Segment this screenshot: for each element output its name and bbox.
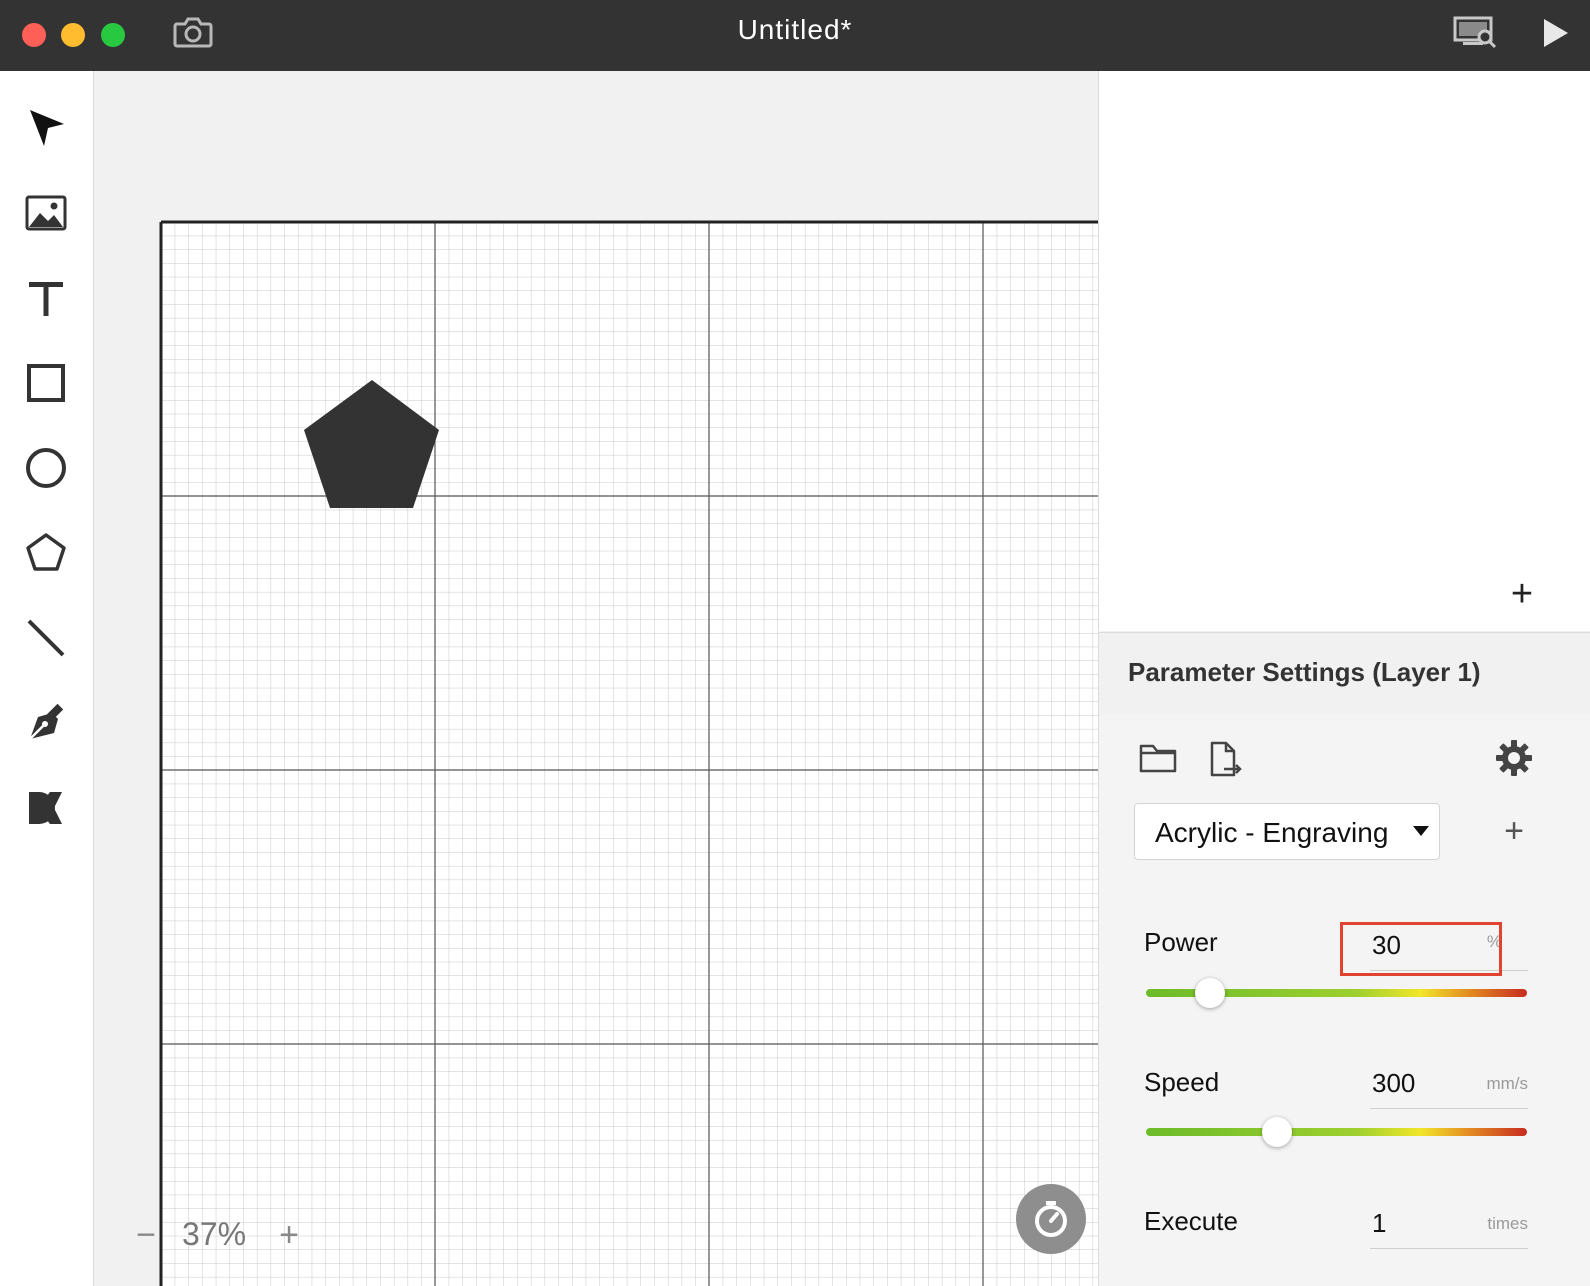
- speed-input-field[interactable]: 300 mm/s: [1370, 1060, 1528, 1109]
- pentagon-icon: [26, 533, 66, 571]
- grid-workarea[interactable]: [94, 71, 1098, 1286]
- play-icon[interactable]: [1540, 16, 1572, 50]
- zoom-out-button[interactable]: −: [136, 1215, 156, 1255]
- polygon-tool-button[interactable]: [21, 528, 71, 578]
- pen-tool-button[interactable]: [21, 698, 71, 748]
- image-tool-button[interactable]: [21, 188, 71, 238]
- dx-tool-button[interactable]: [21, 783, 71, 833]
- execute-value[interactable]: 1: [1372, 1208, 1386, 1239]
- stopwatch-icon: [1035, 1201, 1067, 1237]
- power-slider-thumb[interactable]: [1195, 978, 1225, 1008]
- path-preview-icon[interactable]: [1453, 15, 1497, 51]
- arrow-pointer-icon: [30, 110, 64, 146]
- image-icon: [25, 195, 67, 231]
- dx-logo-icon: [29, 792, 62, 824]
- square-icon: [27, 364, 65, 402]
- line-icon: [27, 619, 65, 657]
- text-tool-button[interactable]: [21, 273, 71, 323]
- preset-selected-value: Acrylic - Engraving: [1155, 817, 1389, 848]
- speed-unit: mm/s: [1486, 1074, 1528, 1093]
- time-estimate-button[interactable]: [1016, 1184, 1086, 1254]
- ellipse-tool-button[interactable]: [21, 443, 71, 493]
- rectangle-tool-button[interactable]: [21, 358, 71, 408]
- add-layer-button[interactable]: +: [1507, 575, 1537, 613]
- select-tool-button[interactable]: [21, 103, 71, 153]
- line-tool-button[interactable]: [21, 613, 71, 663]
- zoom-in-button[interactable]: +: [277, 1215, 301, 1255]
- execute-label: Execute: [1144, 1206, 1238, 1236]
- gear-icon[interactable]: [1494, 738, 1534, 778]
- circle-icon: [26, 448, 66, 488]
- power-label: Power: [1144, 927, 1218, 957]
- pen-nib-icon: [29, 703, 64, 740]
- speed-slider-thumb[interactable]: [1262, 1117, 1292, 1147]
- folder-icon[interactable]: [1138, 740, 1178, 780]
- speed-slider[interactable]: [1146, 1128, 1527, 1136]
- preset-dropdown[interactable]: Acrylic - Engraving: [1134, 803, 1440, 860]
- title-bar: Untitled*: [0, 0, 1590, 71]
- export-file-icon[interactable]: [1206, 740, 1246, 780]
- zoom-level: 37%: [182, 1216, 247, 1252]
- window-title: Untitled*: [737, 14, 853, 45]
- parameter-settings-title: Parameter Settings (Layer 1): [1128, 657, 1481, 687]
- speed-label: Speed: [1144, 1067, 1220, 1097]
- text-t-icon: [29, 282, 63, 316]
- layer-list-panel: [1098, 71, 1590, 631]
- workspace-canvas[interactable]: [94, 71, 1098, 1286]
- left-toolbar: [0, 71, 94, 1286]
- execute-unit: times: [1487, 1214, 1528, 1233]
- power-highlight-box: [1340, 922, 1502, 976]
- chevron-down-icon: [1413, 826, 1429, 836]
- speed-value[interactable]: 300: [1372, 1068, 1415, 1099]
- execute-input-field[interactable]: 1 times: [1370, 1200, 1528, 1249]
- add-preset-button[interactable]: +: [1500, 814, 1528, 848]
